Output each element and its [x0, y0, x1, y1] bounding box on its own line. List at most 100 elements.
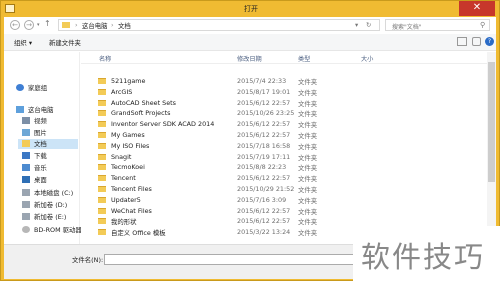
forward-arrow-icon: → [26, 21, 32, 29]
sidebar-item-documents[interactable]: 文档 [18, 139, 78, 149]
file-row[interactable]: My Games 2015/6/12 22:57 文件夹 [81, 130, 487, 140]
search-input[interactable]: 搜索"文档" [392, 22, 422, 31]
file-name: WeChat Files [111, 206, 152, 215]
folder-icon [98, 88, 106, 95]
file-row[interactable]: 我的形状 2015/6/12 22:57 文件夹 [81, 216, 487, 226]
file-name: 自定义 Office 模板 [111, 229, 166, 238]
file-name: 我的形状 [111, 218, 137, 227]
folder-icon [98, 153, 106, 160]
help-icon[interactable]: ? [485, 37, 494, 46]
window-title: 打开 [244, 5, 258, 13]
downloads-folder-icon [22, 152, 30, 159]
path-separator-icon: › [75, 21, 78, 29]
folder-icon [98, 142, 106, 149]
file-row[interactable]: Tencent 2015/6/12 22:57 文件夹 [81, 173, 487, 183]
file-modified-date: 2015/7/4 22:33 [237, 77, 287, 85]
forward-button[interactable]: → [24, 20, 34, 30]
file-type: 文件夹 [298, 121, 318, 130]
search-icon[interactable]: ⚲ [480, 21, 485, 29]
file-row[interactable]: ArcGIS 2015/8/17 19:01 文件夹 [81, 87, 487, 97]
file-type: 文件夹 [298, 110, 318, 119]
documents-folder-icon [22, 140, 30, 147]
folder-icon [98, 175, 106, 182]
watermark-text: 软件技巧 [361, 240, 486, 274]
file-row[interactable]: Tencent Files 2015/10/29 21:52 文件夹 [81, 184, 487, 194]
close-button[interactable]: ✕ [459, 1, 495, 16]
recent-locations-icon[interactable]: ▾ [37, 22, 40, 28]
app-icon [5, 4, 15, 13]
file-modified-date: 2015/6/12 22:57 [237, 98, 291, 107]
file-row[interactable]: 5211game 2015/7/4 22:33 文件夹 [81, 76, 487, 86]
drive-icon [22, 213, 30, 220]
pictures-folder-icon [22, 129, 30, 136]
file-row[interactable]: My ISO Files 2015/7/18 16:58 文件夹 [81, 141, 487, 151]
file-name: GrandSoft Projects [111, 109, 171, 118]
file-row[interactable]: Updater5 2015/7/16 3:09 文件夹 [81, 195, 487, 205]
up-button[interactable]: ↑ [44, 19, 51, 28]
file-modified-date: 2015/7/16 3:09 [237, 195, 287, 204]
organize-menu[interactable]: 组织 ▾ [14, 38, 32, 47]
refresh-icon[interactable]: ↻ [366, 21, 371, 29]
watermark: 软件技巧 [353, 226, 500, 282]
file-type: 文件夹 [298, 78, 318, 86]
drive-icon [22, 189, 30, 196]
breadcrumb-documents[interactable]: 文档 [118, 21, 131, 30]
file-name: My ISO Files [111, 141, 150, 150]
column-headers: 名称 修改日期 类型 大小 [81, 52, 487, 64]
new-folder-button[interactable]: 新建文件夹 [49, 38, 81, 47]
homegroup-icon [16, 84, 24, 91]
file-name: My Games [111, 131, 145, 139]
back-button[interactable]: ← [10, 20, 20, 30]
file-row[interactable]: WeChat Files 2015/6/12 22:57 文件夹 [81, 206, 487, 216]
file-name: TecmoKoei [111, 163, 145, 172]
file-row[interactable]: GrandSoft Projects 2015/10/26 23:25 文件夹 [81, 108, 487, 118]
file-row[interactable]: Inventor Server SDK ACAD 2014 2015/6/12 2… [81, 119, 487, 129]
desktop-folder-icon [22, 176, 30, 183]
file-name-input[interactable] [104, 254, 354, 265]
address-dropdown-icon[interactable]: ▾ [355, 21, 358, 29]
file-type: 文件夹 [298, 196, 318, 205]
back-arrow-icon: ← [12, 21, 18, 29]
preview-pane-icon[interactable] [472, 37, 481, 46]
navigation-bar: ← → ▾ ↑ › 这台电脑 › 文档 ▾ ↻ 搜索"文档" ⚲ [4, 17, 496, 34]
file-type: 文件夹 [298, 99, 318, 108]
column-header-name[interactable]: 名称 [99, 54, 111, 63]
file-type: 文件夹 [298, 142, 318, 151]
scrollbar-thumb[interactable] [488, 62, 495, 182]
file-type: 文件夹 [298, 88, 318, 97]
column-header-modified[interactable]: 修改日期 [237, 54, 262, 63]
file-row[interactable]: TecmoKoei 2015/8/8 22:23 文件夹 [81, 162, 487, 172]
file-modified-date: 2015/10/26 23:25 [237, 109, 295, 118]
file-row[interactable]: Snagit 2015/7/19 17:11 文件夹 [81, 152, 487, 162]
title-bar[interactable]: 打开 ✕ [1, 1, 499, 17]
file-name: Updater5 [111, 195, 141, 204]
folder-icon [98, 218, 106, 225]
file-name-label: 文件名(N): [72, 256, 104, 264]
file-modified-date: 2015/8/17 19:01 [237, 87, 291, 96]
column-header-size[interactable]: 大小 [361, 54, 373, 63]
folder-icon [98, 132, 106, 138]
file-type: 文件夹 [298, 229, 318, 238]
command-bar: 组织 ▾ 新建文件夹 ? [4, 34, 496, 51]
file-modified-date: 2015/3/22 13:24 [237, 228, 291, 237]
file-modified-date: 2015/7/18 16:58 [237, 141, 291, 150]
file-type: 文件夹 [298, 164, 318, 173]
folder-icon [98, 78, 106, 84]
navigation-pane: 家庭组 这台电脑 视频 图片 文档 下载 音乐 桌面 本地磁盘 (C:) 新加卷… [4, 52, 82, 244]
computer-icon [16, 106, 24, 113]
vertical-scrollbar[interactable] [487, 52, 496, 244]
file-modified-date: 2015/10/29 21:52 [237, 185, 295, 193]
file-list: 名称 修改日期 类型 大小 5211game 2015/7/4 22:33 文件夹 A… [81, 52, 487, 244]
folder-icon [98, 110, 106, 117]
folder-icon [62, 22, 70, 28]
file-name: Snagit [111, 152, 132, 161]
file-name: Tencent [111, 174, 136, 183]
search-box[interactable]: 搜索"文档" ⚲ [385, 19, 490, 31]
file-name: Tencent Files [111, 185, 152, 193]
file-row[interactable]: AutoCAD Sheet Sets 2015/6/12 22:57 文件夹 [81, 98, 487, 108]
address-bar[interactable]: › 这台电脑 › 文档 ▾ ↻ [58, 19, 380, 31]
breadcrumb-this-pc[interactable]: 这台电脑 [82, 21, 108, 30]
column-header-type[interactable]: 类型 [298, 54, 310, 63]
view-options-icon[interactable] [457, 37, 467, 46]
video-folder-icon [22, 117, 30, 124]
